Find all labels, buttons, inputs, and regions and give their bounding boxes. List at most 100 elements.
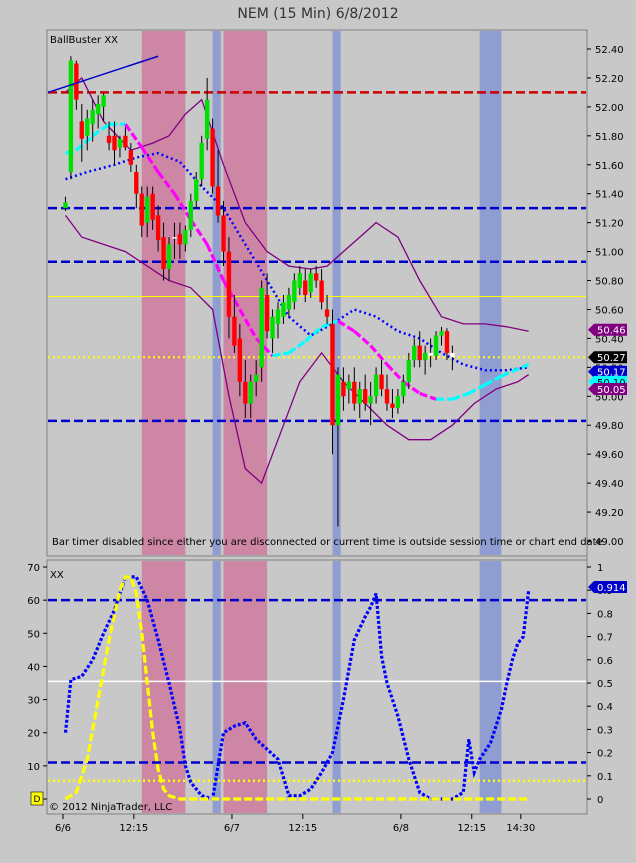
x-tick-label: 12:15 xyxy=(119,823,148,834)
candle-body xyxy=(74,63,79,100)
x-tick-label: 12:15 xyxy=(288,823,317,834)
chart-svg: NEM (15 Min) 6/8/2012 52.40 52.20 52.00 51.… xyxy=(0,0,636,859)
candle-body xyxy=(303,280,308,295)
indicator-label: BallBuster XX xyxy=(50,35,118,46)
candle-body xyxy=(204,99,210,139)
session-shade-bottom xyxy=(223,561,268,813)
x-tick-label: 6/6 xyxy=(55,823,71,834)
x-tick-label: 14:30 xyxy=(506,823,535,834)
price-value-text: 50.05 xyxy=(597,385,626,396)
candle-body xyxy=(145,196,150,223)
candle-body xyxy=(112,135,117,151)
candle-body xyxy=(199,143,204,180)
copyright-text: © 2012 NinjaTrader, LLC xyxy=(49,802,172,813)
osc-left-tick-label: 20 xyxy=(27,729,40,740)
session-shade-top xyxy=(212,31,221,555)
candle-body xyxy=(177,234,183,245)
info-badge-glyph: D xyxy=(34,795,41,805)
candle-body xyxy=(237,338,243,382)
chart-root: NEM (15 Min) 6/8/2012 52.40 52.20 52.00 51.… xyxy=(0,0,636,859)
candle-body xyxy=(85,118,90,136)
candle-body xyxy=(335,374,341,426)
price-tick-label: 51.20 xyxy=(595,219,624,230)
price-tick-label: 51.40 xyxy=(595,190,624,201)
candle-body xyxy=(210,128,215,187)
osc-left-tick-label: 10 xyxy=(27,762,40,773)
candle-body xyxy=(390,403,395,408)
price-tick-label: 51.00 xyxy=(595,248,624,259)
candle-body xyxy=(264,295,270,332)
candle-body xyxy=(248,381,253,404)
candle-body xyxy=(368,396,373,404)
candle-body xyxy=(428,352,433,356)
candle-body xyxy=(101,95,106,107)
session-shade-bottom xyxy=(332,561,341,813)
price-tick-label: 51.80 xyxy=(595,132,624,143)
price-tick-label: 49.20 xyxy=(595,508,624,519)
candle-body xyxy=(226,251,232,317)
osc-left-tick-label: 30 xyxy=(27,696,40,707)
candle-body xyxy=(417,345,422,361)
price-panel xyxy=(46,29,588,557)
candle-body xyxy=(155,215,161,241)
osc-value-text: 0.914 xyxy=(597,583,626,594)
candle-body xyxy=(134,172,139,194)
price-tick-label: 52.20 xyxy=(595,74,624,85)
candle-body xyxy=(450,352,455,358)
candle-body xyxy=(106,135,112,144)
candle-body xyxy=(346,381,352,390)
candle-body xyxy=(90,109,95,125)
candle-body xyxy=(150,193,155,220)
x-tick-label: 12:15 xyxy=(457,823,486,834)
candle-body xyxy=(63,202,68,209)
candle-body xyxy=(183,229,188,245)
candle-body xyxy=(221,215,226,252)
candle-body xyxy=(188,200,193,230)
candle-body xyxy=(341,381,346,397)
candle-body xyxy=(139,193,144,226)
session-shade-top xyxy=(332,31,341,555)
osc-left-tick-label: 50 xyxy=(27,629,40,640)
candle-body xyxy=(324,309,330,317)
candle-body xyxy=(292,280,297,303)
oscillator-panel xyxy=(46,559,588,815)
candle-body xyxy=(166,244,172,269)
candle-body xyxy=(297,273,302,288)
osc-right-tick-label: 0.5 xyxy=(597,679,613,690)
candle-body xyxy=(384,389,390,404)
osc-left-tick-label: 70 xyxy=(27,563,40,574)
candle-body xyxy=(128,150,134,165)
x-tick-label: 6/8 xyxy=(393,823,409,834)
candle-body xyxy=(275,309,281,324)
osc-left-tick-label: 40 xyxy=(27,662,40,673)
osc-right-tick-label: 0.1 xyxy=(597,772,613,783)
candle-body xyxy=(444,331,450,353)
candle-body xyxy=(172,237,177,239)
osc-right-tick-label: 0.6 xyxy=(597,656,613,667)
candle-body xyxy=(68,60,74,172)
candle-body xyxy=(395,396,401,408)
candle-body xyxy=(401,381,406,397)
candle-body xyxy=(123,135,128,148)
price-value-text: 50.27 xyxy=(597,353,626,364)
candle-body xyxy=(363,389,368,404)
lower-panel-label: XX xyxy=(50,570,64,581)
osc-right-tick-label: 0.4 xyxy=(597,702,613,713)
candle-body xyxy=(439,331,444,336)
price-tick-label: 49.60 xyxy=(595,450,624,461)
osc-right-tick-label: 0.3 xyxy=(597,725,613,736)
candle-body xyxy=(117,138,123,148)
price-tick-label: 51.60 xyxy=(595,161,624,172)
candle-body xyxy=(352,381,357,404)
chart-title: NEM (15 Min) 6/8/2012 xyxy=(237,6,398,22)
candle-body xyxy=(308,273,313,293)
candle-body xyxy=(330,323,335,426)
price-tick-label: 52.00 xyxy=(595,103,624,114)
candle-body xyxy=(412,345,417,361)
candle-body xyxy=(379,374,384,390)
price-tick-label: 49.40 xyxy=(595,479,624,490)
candle-body xyxy=(259,287,264,368)
candle-body xyxy=(270,316,275,339)
session-shade-bottom xyxy=(479,561,502,813)
candle-body xyxy=(232,316,237,346)
